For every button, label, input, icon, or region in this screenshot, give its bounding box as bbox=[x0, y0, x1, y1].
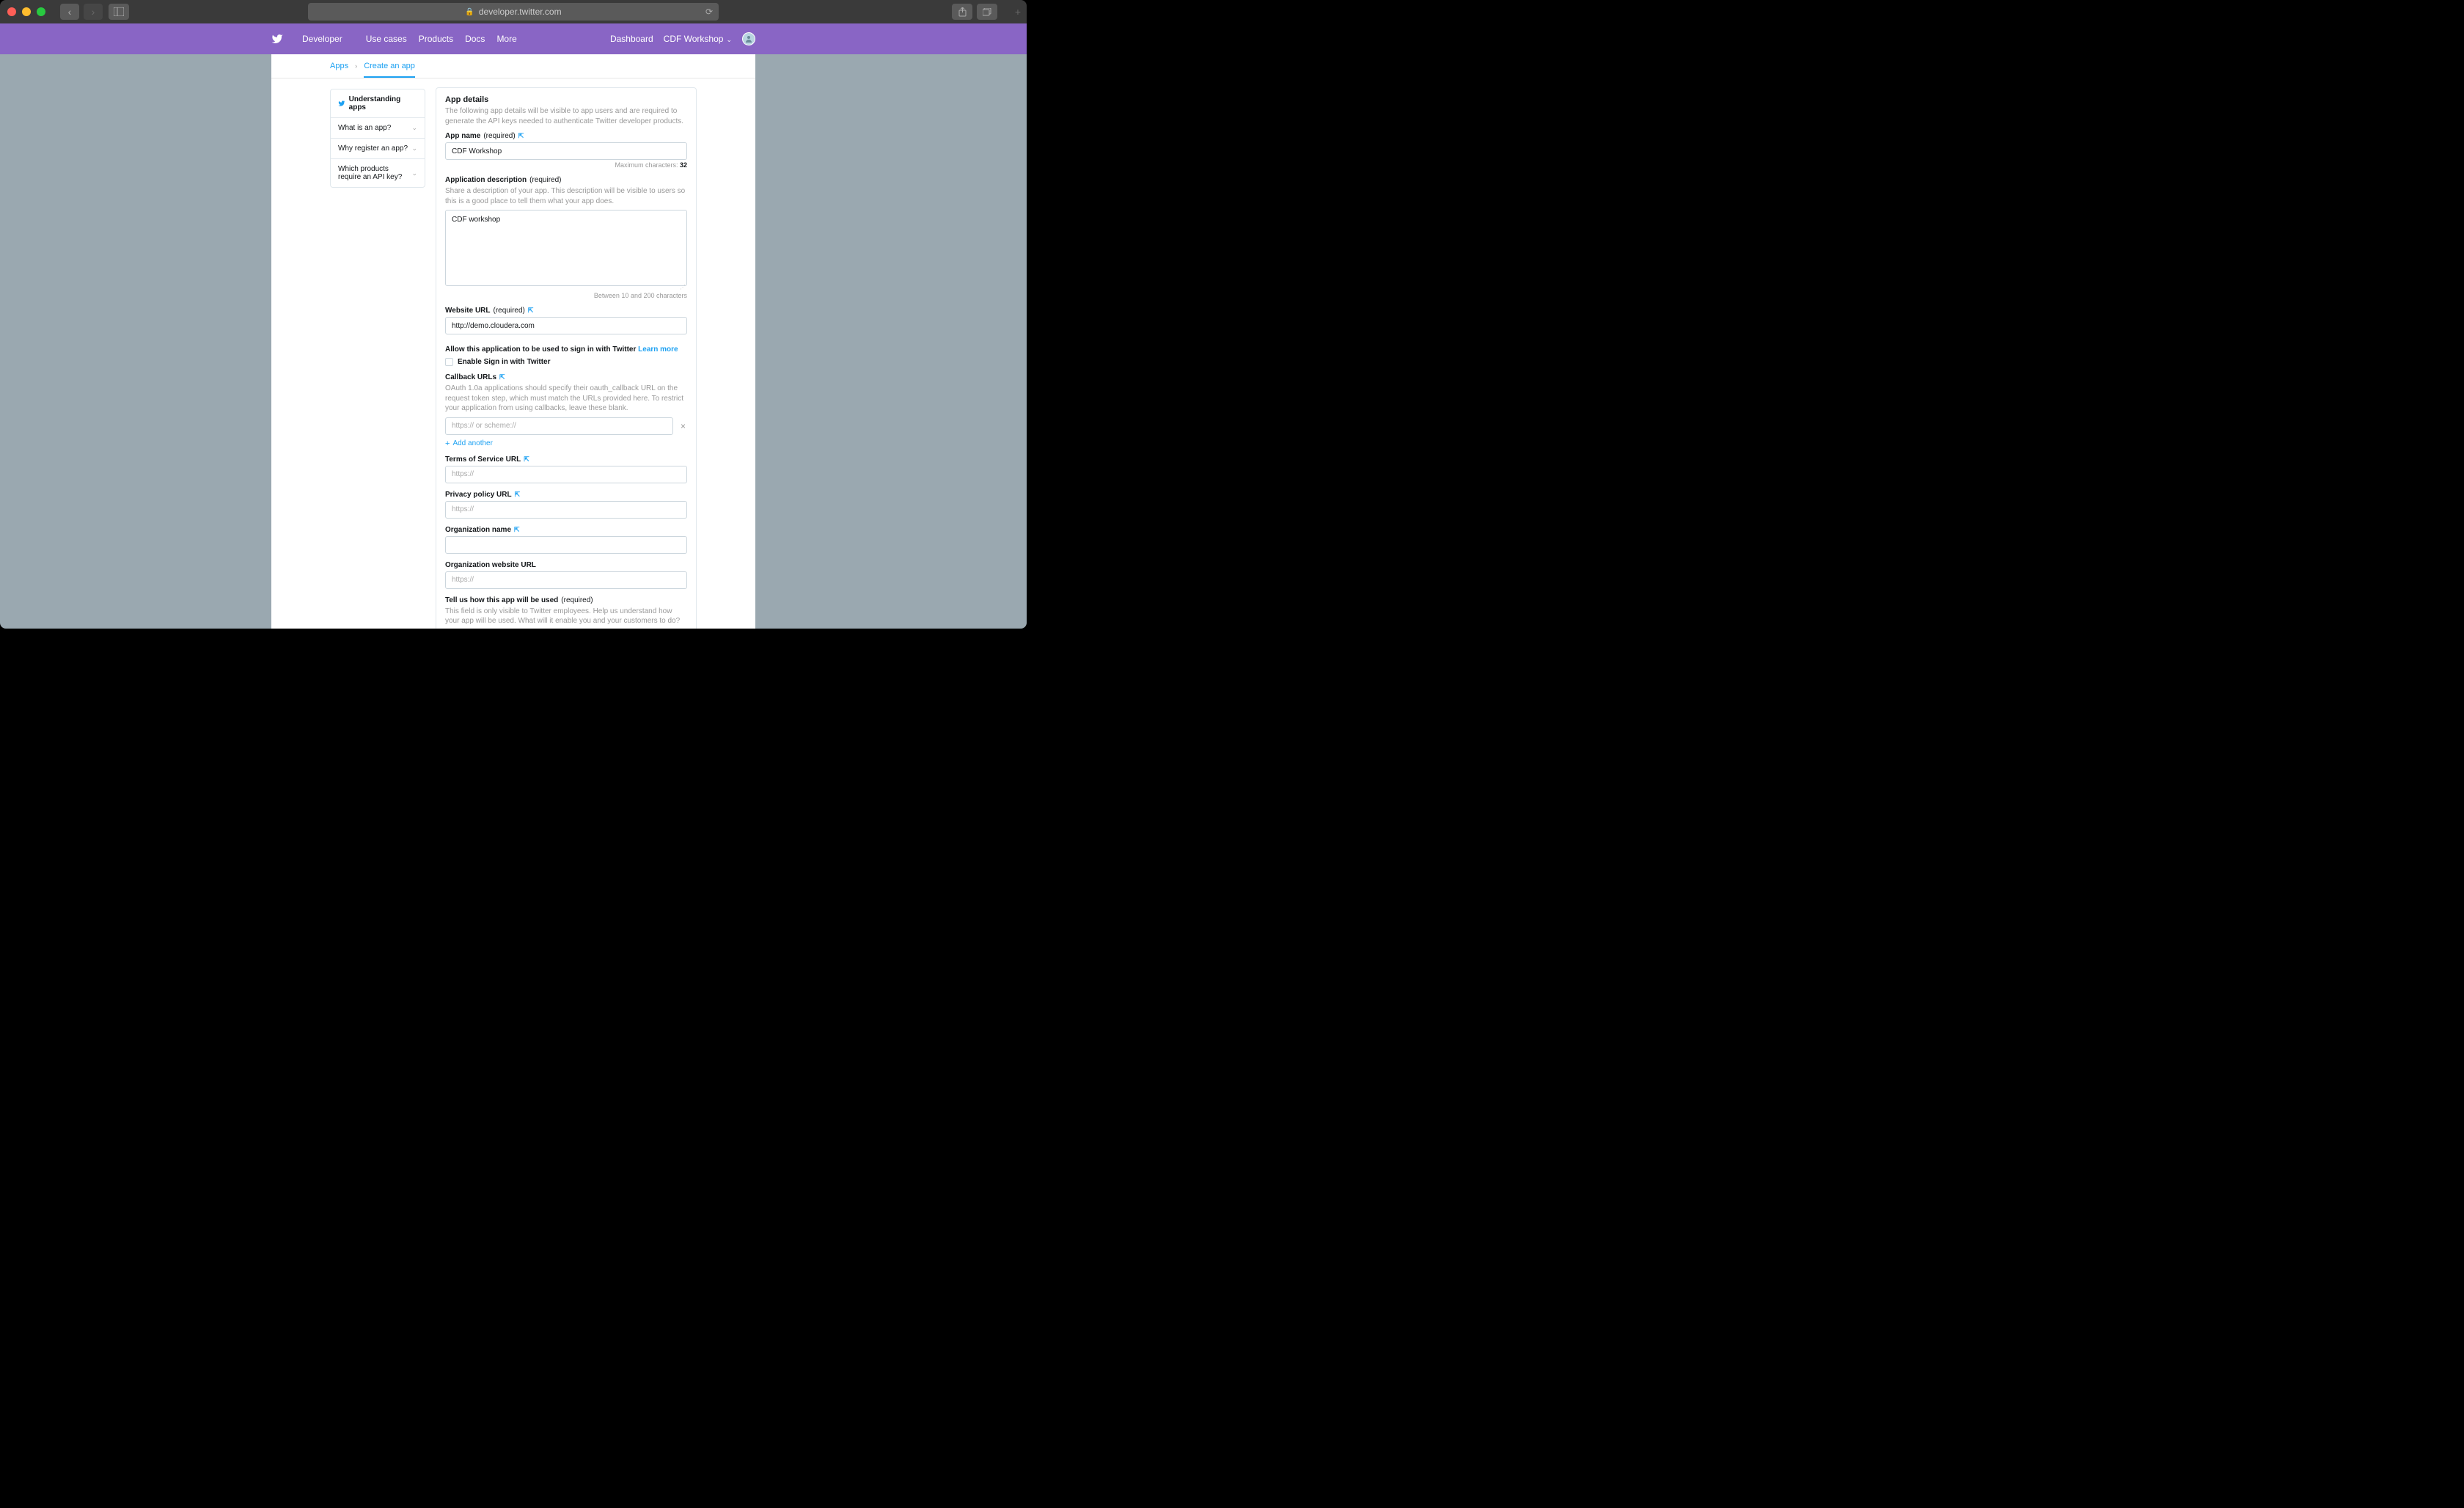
chevron-right-icon: › bbox=[355, 62, 357, 70]
understanding-apps-panel: Understanding apps What is an app?⌄ Why … bbox=[330, 89, 425, 629]
label-signin: Allow this application to be used to sig… bbox=[445, 345, 636, 354]
forward-button[interactable]: › bbox=[84, 4, 103, 20]
avatar[interactable] bbox=[742, 32, 755, 45]
textarea-app-description[interactable] bbox=[445, 210, 687, 286]
label-org-url: Organization website URL bbox=[445, 561, 536, 569]
popout-icon[interactable]: ⇱ bbox=[514, 526, 520, 534]
label-usage: Tell us how this app will be used bbox=[445, 596, 558, 604]
sidebar-icon bbox=[114, 7, 124, 16]
field-signin: Allow this application to be used to sig… bbox=[445, 342, 687, 366]
field-org-url: Organization website URL bbox=[445, 561, 687, 589]
chevron-down-icon: ⌄ bbox=[411, 144, 417, 153]
label-tos: Terms of Service URL bbox=[445, 455, 521, 464]
share-button[interactable] bbox=[952, 4, 972, 20]
nav-docs[interactable]: Docs bbox=[465, 34, 485, 44]
breadcrumb-apps[interactable]: Apps bbox=[330, 62, 348, 70]
checkbox-enable-signin[interactable] bbox=[445, 358, 453, 366]
chevron-down-icon: ⌄ bbox=[411, 124, 417, 132]
label-app-name: App name bbox=[445, 132, 480, 140]
browser-titlebar: ‹ › 🔒 developer.twitter.com ⟳ + bbox=[0, 0, 1027, 23]
avatar-icon bbox=[744, 34, 753, 43]
nav-workspace-dropdown[interactable]: CDF Workshop⌄ bbox=[664, 34, 732, 44]
desc-callback: OAuth 1.0a applications should specify t… bbox=[445, 384, 687, 414]
nav-dashboard[interactable]: Dashboard bbox=[610, 34, 653, 44]
developer-link[interactable]: Developer bbox=[302, 34, 342, 44]
sidepanel-header: Understanding apps bbox=[331, 89, 425, 118]
sidepanel-item-what-is-app[interactable]: What is an app?⌄ bbox=[331, 118, 425, 139]
popout-icon[interactable]: ⇱ bbox=[524, 455, 529, 464]
nav-use-cases[interactable]: Use cases bbox=[366, 34, 407, 44]
minimize-window-button[interactable] bbox=[22, 7, 31, 16]
twitter-logo-icon[interactable] bbox=[271, 33, 283, 45]
url-bar[interactable]: 🔒 developer.twitter.com ⟳ bbox=[308, 3, 719, 21]
field-tos-url: Terms of Service URL ⇱ bbox=[445, 455, 687, 483]
nav-products[interactable]: Products bbox=[419, 34, 453, 44]
label-website-url: Website URL bbox=[445, 307, 491, 315]
input-privacy-url[interactable] bbox=[445, 501, 687, 519]
back-button[interactable]: ‹ bbox=[60, 4, 79, 20]
maximize-window-button[interactable] bbox=[37, 7, 45, 16]
field-website-url: Website URL (required) ⇱ bbox=[445, 307, 687, 334]
field-app-description: Application description (required) Share… bbox=[445, 176, 687, 299]
hint-app-name: Maximum characters: 32 bbox=[445, 161, 687, 169]
traffic-lights bbox=[7, 7, 45, 16]
refresh-icon[interactable]: ⟳ bbox=[705, 7, 713, 17]
tabs-icon bbox=[983, 8, 992, 16]
popout-icon[interactable]: ⇱ bbox=[515, 491, 521, 499]
app-form: App details The following app details wi… bbox=[436, 87, 697, 629]
chevron-down-icon: ⌄ bbox=[411, 169, 417, 177]
field-org-name: Organization name ⇱ bbox=[445, 526, 687, 554]
label-org-name: Organization name bbox=[445, 526, 511, 534]
sidebar-toggle-button[interactable] bbox=[109, 4, 129, 20]
breadcrumb: Apps › Create an app bbox=[271, 54, 755, 78]
input-website-url[interactable] bbox=[445, 317, 687, 334]
field-app-usage: Tell us how this app will be used (requi… bbox=[445, 596, 687, 629]
tabs-button[interactable] bbox=[977, 4, 997, 20]
label-app-description: Application description bbox=[445, 176, 527, 184]
url-text: developer.twitter.com bbox=[479, 7, 562, 17]
share-icon bbox=[958, 7, 967, 17]
close-window-button[interactable] bbox=[7, 7, 16, 16]
input-org-name[interactable] bbox=[445, 536, 687, 554]
input-org-url[interactable] bbox=[445, 571, 687, 589]
nav-more[interactable]: More bbox=[496, 34, 516, 44]
plus-icon: + bbox=[445, 439, 450, 448]
remove-callback-button[interactable]: × bbox=[679, 421, 687, 431]
section-app-details-desc: The following app details will be visibl… bbox=[445, 106, 687, 126]
site-topnav: Developer Use cases Products Docs More D… bbox=[0, 23, 1027, 54]
add-callback-button[interactable]: + Add another bbox=[445, 439, 687, 448]
field-app-name: App name (required) ⇱ Maximum characters… bbox=[445, 132, 687, 169]
twitter-small-icon bbox=[338, 100, 345, 107]
breadcrumb-current: Create an app bbox=[364, 62, 415, 78]
sidepanel-item-api-key[interactable]: Which products require an API key?⌄ bbox=[331, 159, 425, 187]
label-privacy: Privacy policy URL bbox=[445, 491, 512, 499]
popout-icon[interactable]: ⇱ bbox=[528, 307, 534, 315]
desc-usage: This field is only visible to Twitter em… bbox=[445, 607, 687, 626]
chevron-down-icon: ⌄ bbox=[726, 36, 732, 43]
hint-app-description: Between 10 and 200 characters bbox=[445, 292, 687, 299]
popout-icon[interactable]: ⇱ bbox=[518, 132, 524, 140]
desc-app-description: Share a description of your app. This de… bbox=[445, 186, 687, 206]
field-privacy-url: Privacy policy URL ⇱ bbox=[445, 491, 687, 519]
popout-icon[interactable]: ⇱ bbox=[499, 373, 505, 381]
label-enable-signin: Enable Sign in with Twitter bbox=[458, 358, 550, 366]
section-app-details-title: App details bbox=[445, 95, 687, 104]
new-tab-button[interactable]: + bbox=[1015, 6, 1021, 18]
label-callback: Callback URLs bbox=[445, 373, 496, 381]
sidepanel-item-why-register[interactable]: Why register an app?⌄ bbox=[331, 139, 425, 159]
link-learn-more[interactable]: Learn more bbox=[638, 345, 678, 354]
input-tos-url[interactable] bbox=[445, 466, 687, 483]
field-callback-urls: Callback URLs ⇱ OAuth 1.0a applications … bbox=[445, 373, 687, 448]
input-app-name[interactable] bbox=[445, 142, 687, 160]
lock-icon: 🔒 bbox=[465, 8, 474, 16]
input-callback-url[interactable] bbox=[445, 417, 673, 435]
